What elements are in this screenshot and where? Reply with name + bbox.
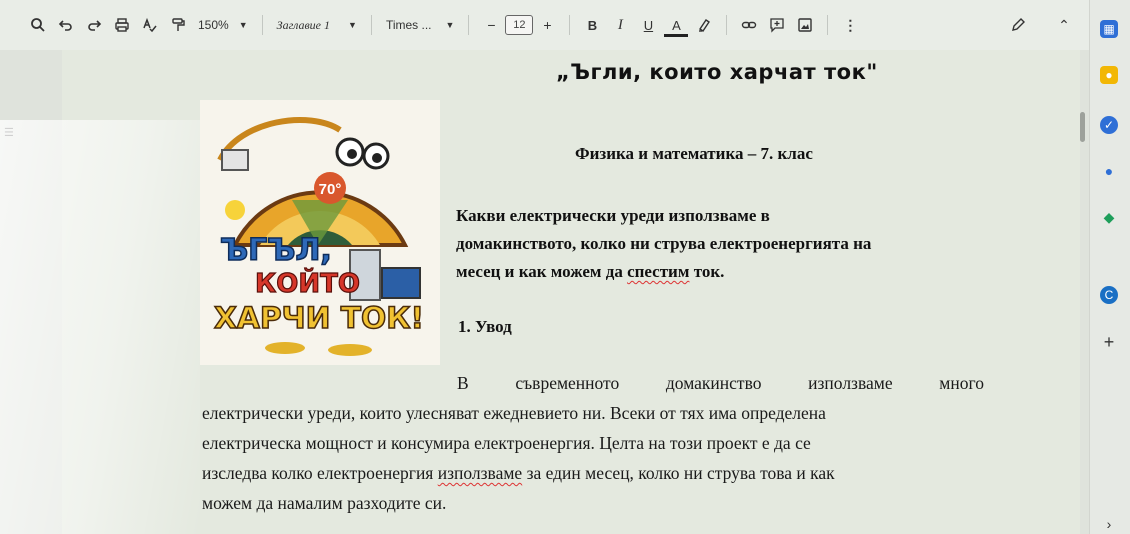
addon-icon[interactable]: C [1100,286,1118,304]
zoom-select[interactable]: 150% ▼ [192,18,254,32]
spellcheck-flagged-word[interactable]: използваме [438,458,522,488]
cover-illustration: 70° ЪГЪЛ, КОЙТО ХАРЧИ ТОК! [200,100,440,365]
document-title: „Ъгли, които харчат ток" [556,60,878,84]
get-addons-button[interactable]: + [1100,332,1118,352]
section-heading: 1. Увод [458,317,512,336]
question-line: Какви електрически уреди използваме в [456,206,770,225]
paragraph-line: електрически уреди, които улесняват ежед… [202,403,826,423]
paragraph-line: В съвременното домакинство използваме мн… [202,368,984,398]
side-panel: ▦ ● ✓ ● ◆ C + › [1089,0,1130,534]
hide-menus-button[interactable]: ⌃ [1050,11,1078,39]
spellcheck-flagged-word[interactable]: спестим [627,262,689,281]
cover-temp-label: 70° [319,181,342,198]
decrease-font-size-button[interactable]: − [477,11,505,39]
chevron-down-icon: ▼ [445,20,455,30]
cover-line-2: КОЙТО [255,267,360,299]
chevron-down-icon: ▼ [348,20,357,30]
add-comment-icon[interactable] [763,11,791,39]
redo-icon[interactable] [80,11,108,39]
undo-icon[interactable] [52,11,80,39]
paragraph-style-select[interactable]: Заглавие 1 ▼ [271,18,363,33]
italic-button[interactable]: I [606,11,634,39]
paragraph-line: електрическа мощност и консумира електро… [202,433,811,453]
font-value: Times ... [385,18,432,32]
zoom-value: 150% [198,18,229,32]
toolbar-divider [468,15,470,35]
more-options-button[interactable]: ⋮ [836,11,864,39]
toolbar-divider [261,15,263,35]
highlight-pen-icon[interactable] [690,11,718,39]
paragraph-line: можем да намалим разходите си. [202,493,447,513]
underline-button[interactable]: U [634,11,662,39]
chevron-down-icon: ▼ [238,20,248,30]
paragraph-text: за един месец, колко ни струва това и ка… [522,463,835,483]
document-subtitle: Физика и математика – 7. клас [575,144,813,163]
toolbar-divider [726,15,728,35]
paragraph-word: много [939,373,984,393]
cover-line-3: ХАРЧИ ТОК! [214,301,424,335]
spellcheck-icon[interactable] [136,11,164,39]
paragraph-line: изследва колко електроенергия използваме… [202,458,984,488]
toolbar-divider [569,15,571,35]
question-text: ток. [689,262,725,281]
tasks-icon[interactable]: ✓ [1100,116,1118,134]
text-color-button[interactable]: A [662,11,690,39]
paragraph-word: използваме [808,373,893,393]
maps-icon[interactable]: ◆ [1100,208,1118,226]
toolbar-divider [827,15,829,35]
print-icon[interactable] [108,11,136,39]
expand-panel-button[interactable]: › [1100,515,1118,533]
calendar-icon[interactable]: ▦ [1100,20,1118,38]
toolbar: 150% ▼ Заглавие 1 ▼ Times ... ▼ − 12 + B… [0,0,1130,50]
research-question: Какви електрически уреди използваме в до… [456,202,996,286]
search-icon[interactable] [24,11,52,39]
cover-line-1: ЪГЪЛ, [220,233,332,268]
cover-artwork: 70° ЪГЪЛ, КОЙТО ХАРЧИ ТОК! [200,100,440,365]
font-select[interactable]: Times ... ▼ [380,18,460,32]
paragraph-word: домакинство [665,373,762,393]
paragraph-word: В [457,373,469,393]
link-icon[interactable] [735,11,763,39]
font-size-input[interactable]: 12 [505,15,534,35]
increase-font-size-button[interactable]: + [533,11,561,39]
paragraph-word: съвременното [515,373,620,393]
paragraph-text: изследва колко електроенергия [202,463,438,483]
keep-icon[interactable]: ● [1100,66,1118,84]
document-outline-icon[interactable]: ☰ [4,126,14,139]
editing-mode-pencil-icon[interactable] [1004,11,1032,39]
insert-image-icon[interactable] [791,11,819,39]
vertical-scrollbar[interactable] [1080,112,1085,142]
question-line: домакинството, колко ни струва електроен… [456,234,872,253]
paragraph-style-value: Заглавие 1 [276,17,331,32]
question-line: месец и как можем да спестим ток. [456,258,996,286]
toolbar-divider [370,15,372,35]
question-text: месец и как можем да [456,262,628,281]
paint-format-icon[interactable] [164,11,192,39]
contacts-icon[interactable]: ● [1100,162,1118,180]
intro-paragraph: В съвременното домакинство използваме мн… [202,368,984,518]
bold-button[interactable]: B [578,11,606,39]
